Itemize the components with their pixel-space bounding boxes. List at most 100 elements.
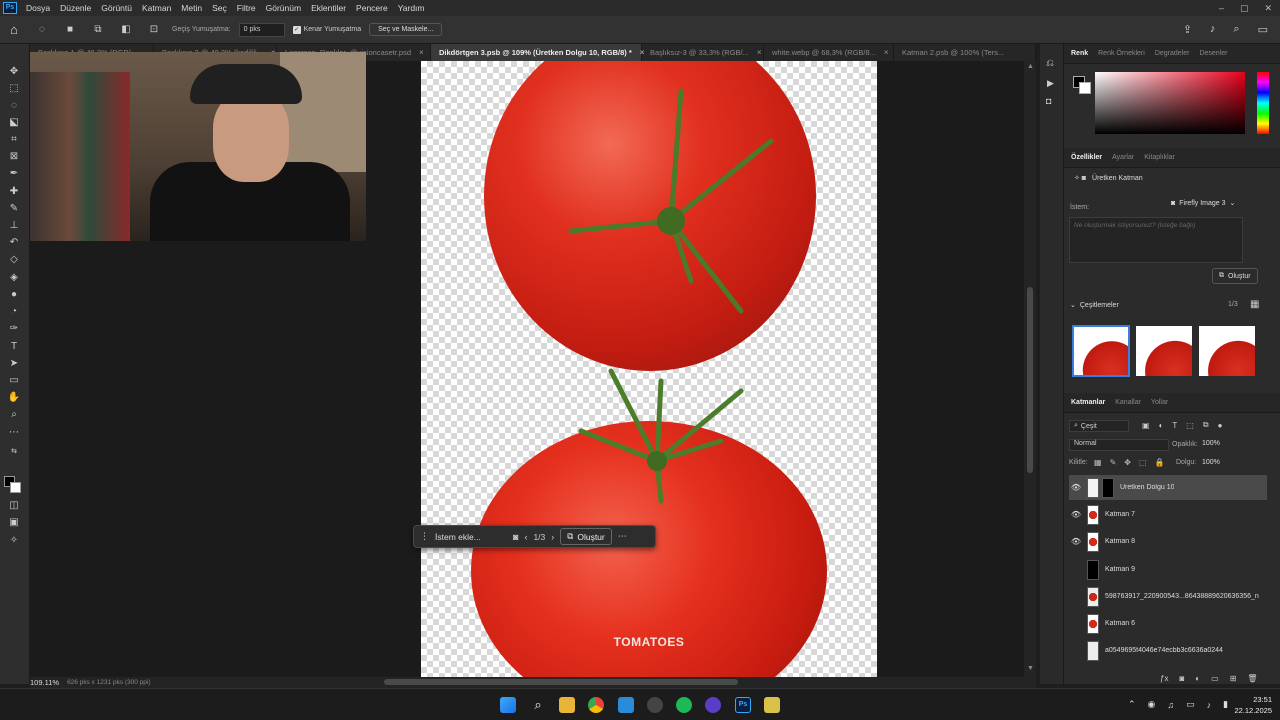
filter-toggle-icon[interactable]: ● xyxy=(1218,421,1223,430)
tab-paths[interactable]: Yollar xyxy=(1151,399,1168,406)
document-canvas[interactable]: TOMATOES xyxy=(421,61,877,677)
file-explorer-icon[interactable] xyxy=(559,697,575,713)
adjustment-layer-icon[interactable]: ◐ xyxy=(1195,674,1200,683)
history-brush-icon[interactable]: ↶ xyxy=(5,235,23,249)
layer-filter-select[interactable]: ⌕ Çeşit xyxy=(1069,420,1129,432)
eyedropper-tool-icon[interactable]: ✒ xyxy=(5,166,23,180)
display-icon[interactable]: ▭ xyxy=(1186,699,1195,710)
adjustment-filter-icon[interactable]: ◐ xyxy=(1159,421,1164,430)
tab-document-5[interactable]: Başlıksız-3 @ 33,3% (RGB/... × xyxy=(642,44,764,61)
tab-document-6[interactable]: white.webp @ 68,3% (RGB/8... × xyxy=(764,44,894,61)
select-and-mask-button[interactable]: Seç ve Maskele... xyxy=(369,23,443,36)
eye-icon[interactable]: 👁 xyxy=(1069,483,1083,492)
lock-pixels-icon[interactable]: ✎ xyxy=(1110,458,1117,467)
opacity-input[interactable]: 100% xyxy=(1202,440,1232,447)
lock-transparency-icon[interactable]: ▦ xyxy=(1094,458,1102,467)
blur-tool-icon[interactable]: ● xyxy=(5,287,23,301)
tab-libraries[interactable]: Kitaplıklar xyxy=(1144,154,1175,161)
home-icon[interactable]: ⌂ xyxy=(10,22,24,37)
previous-variation-icon[interactable]: ‹ xyxy=(524,532,527,542)
tab-channels[interactable]: Kanallar xyxy=(1115,399,1141,406)
hue-slider[interactable] xyxy=(1257,72,1269,134)
windows-start-icon[interactable] xyxy=(500,697,516,713)
frame-tool-icon[interactable]: ⊠ xyxy=(5,149,23,163)
type-filter-icon[interactable]: T xyxy=(1172,421,1177,430)
menu-help[interactable]: Yardım xyxy=(393,3,430,13)
link-layers-icon[interactable]: ƒx xyxy=(1160,674,1168,683)
close-window-button[interactable]: ✕ xyxy=(1264,3,1272,14)
workspace-icon[interactable]: ▭ xyxy=(1258,23,1268,36)
tab-properties[interactable]: Özellikler xyxy=(1071,154,1102,161)
tab-adjustments[interactable]: Ayarlar xyxy=(1112,154,1134,161)
dodge-tool-icon[interactable]: ◔ xyxy=(5,304,23,318)
eye-icon[interactable]: 👁 xyxy=(1069,537,1083,546)
drag-handle-icon[interactable]: ⋮ xyxy=(420,531,429,542)
eraser-tool-icon[interactable]: ◇ xyxy=(5,252,23,266)
pen-tool-icon[interactable]: ✑ xyxy=(5,321,23,335)
tab-gradients[interactable]: Degradeler xyxy=(1155,50,1190,57)
volume-icon[interactable]: ♪ xyxy=(1207,700,1212,710)
vertical-scrollbar[interactable]: ▲ ▼ xyxy=(1024,61,1036,677)
maximize-button[interactable]: ▢ xyxy=(1240,3,1249,14)
tab-patterns[interactable]: Desenler xyxy=(1199,50,1227,57)
app-icon[interactable] xyxy=(647,697,663,713)
lock-position-icon[interactable]: ✥ xyxy=(1124,458,1131,467)
firefly-icon[interactable]: ◙ xyxy=(513,532,518,542)
comments-icon[interactable]: ◘ xyxy=(1046,96,1051,106)
zoom-tool-icon[interactable]: ⌕ xyxy=(5,407,23,421)
menu-window[interactable]: Pencere xyxy=(351,3,393,13)
new-group-icon[interactable]: ▭ xyxy=(1211,674,1219,683)
type-tool-icon[interactable]: T xyxy=(5,339,23,353)
close-tab-icon[interactable]: × xyxy=(419,48,424,57)
menu-type[interactable]: Metin xyxy=(176,3,207,13)
paint-bucket-icon[interactable]: ◈ xyxy=(5,270,23,284)
lock-all-icon[interactable]: 🔒 xyxy=(1155,458,1165,467)
layer-row[interactable]: 598763917_220900543...86438889620636356_… xyxy=(1069,584,1267,609)
add-selection-icon[interactable]: ⧉ xyxy=(88,22,108,38)
prompt-textarea[interactable]: Ne oluşturmak istiyorsunuz? (İsteğe bağl… xyxy=(1069,217,1243,263)
layer-row[interactable]: 👁 Katman 7 xyxy=(1069,502,1267,527)
swap-colors-icon[interactable]: ⇆ xyxy=(5,444,23,458)
move-tool-icon[interactable]: ✥ xyxy=(5,64,23,78)
spotify-icon[interactable] xyxy=(676,697,692,713)
object-select-tool-icon[interactable]: ⬕ xyxy=(5,115,23,129)
close-tab-icon[interactable]: × xyxy=(884,48,889,57)
discord-icon[interactable]: ◉ xyxy=(1148,699,1156,710)
variation-thumbnail-3[interactable] xyxy=(1199,326,1255,376)
clock[interactable]: 23:51 22.12.2025 xyxy=(1228,694,1272,716)
rectangle-tool-icon[interactable]: ▭ xyxy=(5,373,23,387)
prompt-input[interactable]: İstem ekle... xyxy=(435,532,507,542)
delete-layer-icon[interactable]: 🗑 xyxy=(1247,674,1257,683)
chrome-icon[interactable] xyxy=(588,697,604,713)
shape-filter-icon[interactable]: ⬚ xyxy=(1186,421,1194,430)
brush-tool-icon[interactable]: ✎ xyxy=(5,201,23,215)
menu-plugins[interactable]: Eklentiler xyxy=(306,3,351,13)
model-selector[interactable]: ◙ Firefly Image 3 ⌄ xyxy=(1171,199,1235,208)
intersect-selection-icon[interactable]: ⊡ xyxy=(144,22,164,38)
menu-edit[interactable]: Düzenle xyxy=(55,3,96,13)
scroll-down-icon[interactable]: ▼ xyxy=(1027,665,1034,672)
chevron-up-icon[interactable]: ⌃ xyxy=(1128,699,1136,710)
menu-select[interactable]: Seç xyxy=(207,3,232,13)
app-icon-2[interactable] xyxy=(705,697,721,713)
image-filter-icon[interactable]: ▣ xyxy=(1142,421,1150,430)
history-panel-icon[interactable]: ⎌ xyxy=(1046,58,1054,69)
share-icon[interactable]: ⇪ xyxy=(1183,23,1192,36)
close-tab-icon[interactable]: × xyxy=(757,48,762,57)
hand-tool-icon[interactable]: ✋ xyxy=(5,390,23,404)
new-selection-icon[interactable]: ■ xyxy=(60,22,80,38)
path-select-icon[interactable]: ➤ xyxy=(5,356,23,370)
scroll-up-icon[interactable]: ▲ xyxy=(1027,63,1034,70)
crop-tool-icon[interactable]: ⌗ xyxy=(5,132,23,146)
fill-input[interactable]: 100% xyxy=(1202,459,1220,466)
screen-mode-icon[interactable]: ▣ xyxy=(5,515,23,529)
smart-object-filter-icon[interactable]: ⧉ xyxy=(1203,420,1209,430)
actions-play-icon[interactable]: ▶ xyxy=(1047,78,1054,89)
search-icon[interactable]: ⌕ xyxy=(530,697,546,713)
app-icon-3[interactable] xyxy=(764,697,780,713)
layer-row[interactable]: 👁 Katman 8 xyxy=(1069,529,1267,554)
healing-tool-icon[interactable]: ✚ xyxy=(5,184,23,198)
subtract-selection-icon[interactable]: ◧ xyxy=(116,22,136,38)
tab-document-7[interactable]: Katman 2.psb @ 100% (Ters... xyxy=(894,44,1036,61)
menu-image[interactable]: Görüntü xyxy=(96,3,137,13)
